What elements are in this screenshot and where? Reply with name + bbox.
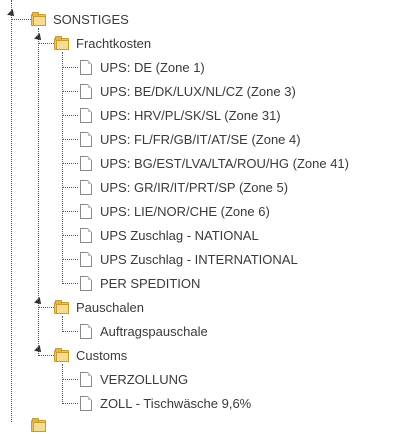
tree-leaf[interactable]: UPS: BE/DK/LUX/NL/CZ (Zone 3) <box>80 81 296 101</box>
tree-leaf-label: Auftragspauschale <box>100 323 208 339</box>
folder-icon <box>31 12 47 26</box>
tree-leaf[interactable]: ZOLL - Tischwäsche 9,6% <box>80 393 251 413</box>
tree-leaf[interactable]: UPS: LIE/NOR/CHE (Zone 6) <box>80 201 270 221</box>
file-icon <box>80 227 92 243</box>
tree-leaf[interactable]: VERZOLLUNG <box>80 369 188 389</box>
file-icon <box>80 131 92 147</box>
file-icon <box>80 59 92 75</box>
tree-leaf-label: VERZOLLUNG <box>100 371 189 387</box>
file-icon <box>80 179 92 195</box>
tree-leaf[interactable]: UPS Zuschlag - INTERNATIONAL <box>80 249 298 269</box>
file-icon <box>80 203 92 219</box>
tree-node-label: Pauschalen <box>76 299 144 315</box>
tree-connector <box>62 187 78 188</box>
file-icon <box>80 107 92 123</box>
tree-leaf-label: UPS: BG/EST/LVA/LTA/ROU/HG (Zone 41) <box>100 155 349 171</box>
tree-node-sonstiges[interactable]: SONSTIGES <box>31 9 129 29</box>
file-icon <box>80 323 92 339</box>
tree-connector <box>62 403 78 404</box>
tree-leaf-label: UPS: DE (Zone 1) <box>100 59 205 75</box>
tree-leaf[interactable]: PER SPEDITION <box>80 273 200 293</box>
tree-leaf-label: UPS: HRV/PL/SK/SL (Zone 31) <box>100 107 281 123</box>
file-icon <box>80 155 92 171</box>
tree-leaf[interactable]: UPS: DE (Zone 1) <box>80 57 205 77</box>
folder-icon <box>31 418 47 432</box>
file-icon <box>80 395 92 411</box>
tree-node-frachtkosten[interactable]: Frachtkosten <box>54 33 151 53</box>
tree-connector <box>11 0 12 422</box>
tree-connector <box>62 115 78 116</box>
tree-leaf[interactable]: UPS: HRV/PL/SK/SL (Zone 31) <box>80 105 281 125</box>
tree-node-label: Customs <box>76 347 128 363</box>
collapse-toggle-sonstiges[interactable] <box>5 9 17 21</box>
category-tree: SONSTIGES Frachtkosten UPS: DE (Zone 1) … <box>0 0 413 432</box>
tree-node-customs[interactable]: Customs <box>54 345 127 365</box>
file-icon <box>80 251 92 267</box>
tree-connector <box>62 67 78 68</box>
tree-node-next-partial[interactable] <box>31 415 53 435</box>
collapse-toggle-pauschalen[interactable] <box>32 297 44 309</box>
tree-node-pauschalen[interactable]: Pauschalen <box>54 297 144 317</box>
tree-connector <box>62 283 78 284</box>
collapse-toggle-customs[interactable] <box>32 345 44 357</box>
tree-connector <box>62 211 78 212</box>
folder-icon <box>54 36 70 50</box>
tree-leaf[interactable]: UPS Zuschlag - NATIONAL <box>80 225 259 245</box>
tree-connector <box>62 364 63 404</box>
collapse-toggle-frachtkosten[interactable] <box>32 33 44 45</box>
tree-connector <box>62 91 78 92</box>
tree-leaf-label: ZOLL - Tischwäsche 9,6% <box>100 395 252 411</box>
tree-node-label: SONSTIGES <box>53 11 129 27</box>
file-icon <box>80 371 92 387</box>
tree-leaf[interactable]: UPS: FL/FR/GB/IT/AT/SE (Zone 4) <box>80 129 301 149</box>
tree-leaf-label: UPS Zuschlag - INTERNATIONAL <box>100 251 298 267</box>
tree-node-label: Frachtkosten <box>76 35 152 51</box>
tree-leaf-label: UPS: GR/IR/IT/PRT/SP (Zone 5) <box>100 179 289 195</box>
tree-leaf[interactable]: UPS: GR/IR/IT/PRT/SP (Zone 5) <box>80 177 288 197</box>
tree-connector <box>62 163 78 164</box>
tree-leaf-label: UPS: FL/FR/GB/IT/AT/SE (Zone 4) <box>100 131 301 147</box>
tree-leaf[interactable]: UPS: BG/EST/LVA/LTA/ROU/HG (Zone 41) <box>80 153 349 173</box>
tree-connector <box>62 331 78 332</box>
tree-connector <box>62 235 78 236</box>
folder-icon <box>54 348 70 362</box>
tree-connector <box>62 139 78 140</box>
tree-leaf-label: PER SPEDITION <box>100 275 201 291</box>
folder-icon <box>54 300 70 314</box>
file-icon <box>80 83 92 99</box>
tree-connector <box>62 52 63 284</box>
tree-leaf-label: UPS Zuschlag - NATIONAL <box>100 227 259 243</box>
tree-leaf-label: UPS: LIE/NOR/CHE (Zone 6) <box>100 203 270 219</box>
file-icon <box>80 275 92 291</box>
tree-connector <box>62 316 63 332</box>
tree-connector <box>62 379 78 380</box>
tree-connector <box>62 259 78 260</box>
tree-leaf-label: UPS: BE/DK/LUX/NL/CZ (Zone 3) <box>100 83 296 99</box>
tree-leaf[interactable]: Auftragspauschale <box>80 321 208 341</box>
